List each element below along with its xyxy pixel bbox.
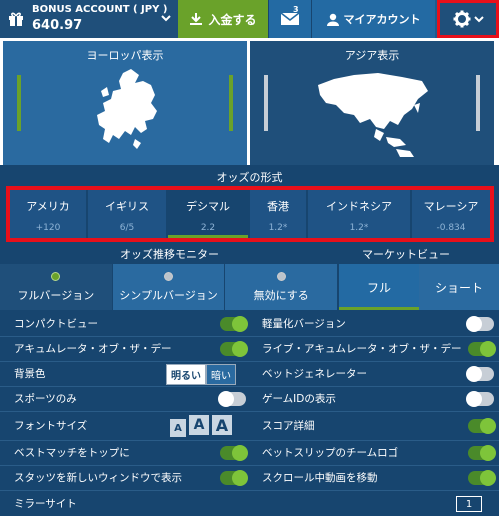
lite-version-label: 軽量化バージョン xyxy=(262,317,346,330)
gift-icon xyxy=(9,12,23,26)
odds-option-british[interactable]: イギリス 6/5 xyxy=(88,190,166,238)
messages-badge: 3 xyxy=(293,5,299,14)
right-indicator-bar xyxy=(476,75,480,131)
deposit-button[interactable]: 入金する xyxy=(178,0,268,38)
live-accumulator-day-label: ライブ・アキュムレータ・オブ・ザ・デー xyxy=(262,342,462,355)
radio-dot xyxy=(276,272,286,281)
background-color-options: 明るい 暗い xyxy=(166,363,236,385)
asia-map-icon xyxy=(318,73,428,157)
compact-view-label: コンパクトビュー xyxy=(14,317,98,330)
gear-icon xyxy=(453,10,470,28)
bg-dark-option[interactable]: 暗い xyxy=(206,363,236,385)
settings-row: フォントサイズ A A A スコア詳細 xyxy=(0,412,499,440)
mirror-site-number[interactable]: 1 xyxy=(456,496,482,512)
odds-monitor-tabs: フルバージョン シンプルバージョン 無効にする xyxy=(0,264,339,310)
bg-light-option[interactable]: 明るい xyxy=(166,363,206,385)
right-indicator-bar xyxy=(229,75,233,131)
odds-option-indonesian[interactable]: インドネシア 1.2* xyxy=(308,190,410,238)
view-mode-maps: ヨーロッパ表示 アジア表示 xyxy=(0,38,499,165)
asia-view-label: アジア表示 xyxy=(344,49,400,62)
radio-dot xyxy=(164,272,173,281)
europe-view-label: ヨーロッパ表示 xyxy=(86,49,164,62)
settings-row: スタッツを新しいウィンドウで表示 スクロール中動画を移動 xyxy=(0,466,499,490)
compact-view-toggle[interactable] xyxy=(220,316,248,332)
tab-full-version[interactable]: フルバージョン xyxy=(0,264,113,310)
settings-row: コンパクトビュー 軽量化バージョン xyxy=(0,312,499,336)
game-id-display-label: ゲームIDの表示 xyxy=(262,392,336,405)
settings-row: 背景色 明るい 暗い ベットジェネレーター xyxy=(0,362,499,386)
odds-monitor-title: オッズ推移モニター xyxy=(120,248,219,261)
stats-new-window-toggle[interactable] xyxy=(220,470,248,486)
score-details-toggle[interactable] xyxy=(468,418,496,434)
scroll-video-move-toggle[interactable] xyxy=(468,470,496,486)
messages-button[interactable]: 3 xyxy=(268,0,312,38)
score-details-label: スコア詳細 xyxy=(262,419,315,432)
stats-new-window-label: スタッツを新しいウィンドウで表示 xyxy=(14,471,182,484)
chevron-down-icon xyxy=(161,15,171,22)
settings-row: スポーツのみ ゲームIDの表示 xyxy=(0,387,499,411)
live-accumulator-day-toggle[interactable] xyxy=(468,341,496,357)
sports-only-label: スポーツのみ xyxy=(14,392,77,405)
accumulator-day-toggle[interactable] xyxy=(220,341,248,357)
chevron-down-icon xyxy=(473,16,484,23)
font-size-label: フォントサイズ xyxy=(14,419,88,432)
settings-row: ミラーサイト 1 xyxy=(0,492,499,516)
betslip-team-logo-label: ベットスリップのチームロゴ xyxy=(262,446,399,459)
game-id-display-toggle[interactable] xyxy=(466,391,494,407)
account-balance: 640.97 xyxy=(32,18,83,33)
lite-version-toggle[interactable] xyxy=(466,316,494,332)
download-icon xyxy=(190,13,203,25)
odds-option-decimal[interactable]: デシマル 2.2 xyxy=(168,190,248,238)
tab-simple-version[interactable]: シンプルバージョン xyxy=(112,264,226,310)
odds-option-hongkong[interactable]: 香港 1.2* xyxy=(250,190,306,238)
tab-market-full[interactable]: フル xyxy=(339,264,419,310)
europe-view-option[interactable]: ヨーロッパ表示 xyxy=(3,41,247,165)
my-account-label: マイアカウント xyxy=(343,13,421,26)
account-name: BONUS ACCOUNT ( JPY ) xyxy=(32,4,168,15)
europe-map-icon xyxy=(97,69,157,149)
mirror-site-label: ミラーサイト xyxy=(14,497,77,510)
background-color-label: 背景色 xyxy=(14,367,46,380)
deposit-label: 入金する xyxy=(208,12,257,27)
settings-button[interactable] xyxy=(437,0,499,38)
best-match-top-toggle[interactable] xyxy=(220,445,248,461)
market-view-title: マーケットビュー xyxy=(362,248,450,261)
scroll-video-move-label: スクロール中動画を移動 xyxy=(262,471,378,484)
best-match-top-label: ベストマッチをトップに xyxy=(14,446,130,459)
my-account-button[interactable]: マイアカウント xyxy=(312,0,435,38)
betslip-team-logo-toggle[interactable] xyxy=(468,445,496,461)
tab-market-short[interactable]: ショート xyxy=(419,264,499,310)
bet-generator-toggle[interactable] xyxy=(466,366,494,382)
odds-option-american[interactable]: アメリカ +120 xyxy=(10,190,86,238)
font-size-large-option[interactable]: A xyxy=(212,415,232,435)
tab-disable[interactable]: 無効にする xyxy=(225,264,339,310)
odds-option-malaysian[interactable]: マレーシア -0.834 xyxy=(412,190,490,238)
odds-format-selector: アメリカ +120 イギリス 6/5 デシマル 2.2 香港 1.2* インドネ… xyxy=(6,186,494,242)
sports-only-toggle[interactable] xyxy=(218,391,246,407)
top-header: BONUS ACCOUNT ( JPY ) 640.97 入金する 3 マイアカ… xyxy=(0,0,499,38)
bet-generator-label: ベットジェネレーター xyxy=(262,367,367,380)
font-size-medium-option[interactable]: A xyxy=(189,415,209,435)
user-icon xyxy=(326,13,339,26)
left-indicator-bar xyxy=(264,75,268,131)
market-view-tabs: フル ショート xyxy=(339,264,499,310)
left-indicator-bar xyxy=(17,75,21,131)
divider xyxy=(0,490,499,491)
settings-row: ベストマッチをトップに ベットスリップのチームロゴ xyxy=(0,441,499,465)
radio-dot xyxy=(51,272,61,281)
accumulator-day-label: アキュムレータ・オブ・ザ・デー xyxy=(14,342,172,355)
asia-view-option[interactable]: アジア表示 xyxy=(250,41,494,165)
font-size-options: A A A xyxy=(170,415,232,437)
envelope-icon xyxy=(280,12,300,25)
settings-row: アキュムレータ・オブ・ザ・デー ライブ・アキュムレータ・オブ・ザ・デー xyxy=(0,337,499,361)
account-selector[interactable]: BONUS ACCOUNT ( JPY ) 640.97 xyxy=(0,0,178,38)
odds-format-title: オッズの形式 xyxy=(216,171,283,184)
font-size-small-option[interactable]: A xyxy=(170,419,186,437)
